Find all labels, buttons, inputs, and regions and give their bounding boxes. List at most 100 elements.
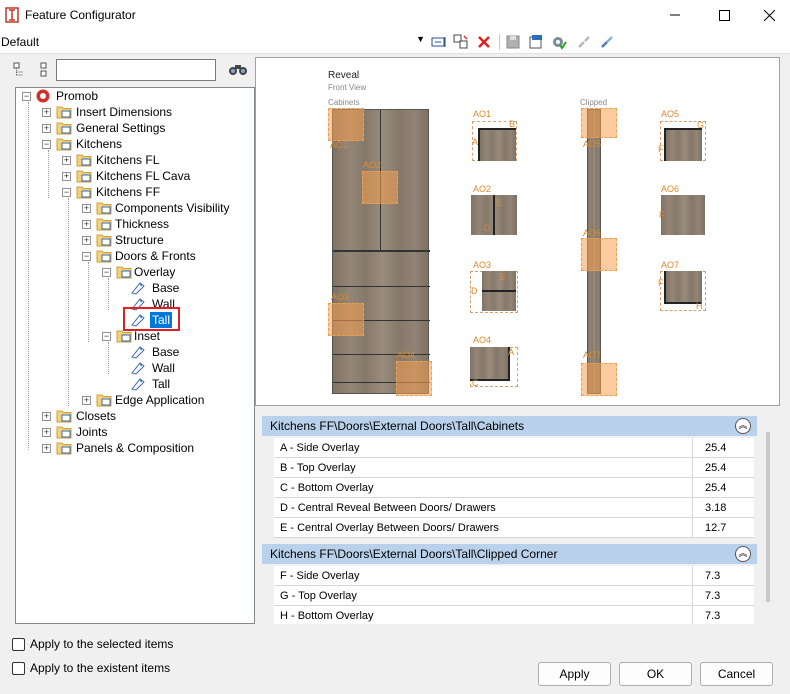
tree-node-general-settings[interactable]: General Settings xyxy=(74,120,167,136)
letter-c: C xyxy=(472,378,479,388)
tree-search-input[interactable] xyxy=(56,59,216,81)
property-row[interactable]: C - Bottom Overlay 25.4 xyxy=(274,477,754,498)
tree-node-panels-composition[interactable]: Panels & Composition xyxy=(74,440,196,456)
property-row[interactable]: D - Central Reveal Between Doors/ Drawer… xyxy=(274,497,754,518)
apply-button[interactable]: Apply xyxy=(538,662,611,686)
property-row[interactable]: F - Side Overlay 7.3 xyxy=(274,565,754,586)
tree-toggle[interactable]: − xyxy=(22,92,31,101)
label-ao5-detail: AO5 xyxy=(661,109,680,119)
disconnect-icon[interactable] xyxy=(576,34,592,50)
gear-check-icon[interactable] xyxy=(551,34,567,50)
tree-node-kitchens[interactable]: Kitchens xyxy=(74,136,124,152)
property-value[interactable]: 25.4 xyxy=(692,477,726,498)
label-ao3-detail: AO3 xyxy=(473,260,492,270)
collapse-all-icon[interactable] xyxy=(37,62,53,78)
tree-node-joints[interactable]: Joints xyxy=(74,424,109,440)
detail-ao3-drawing xyxy=(482,271,516,311)
letter-f-2: F xyxy=(659,210,665,220)
property-row[interactable]: B - Top Overlay 25.4 xyxy=(274,457,754,478)
tree-node-inset-wall[interactable]: Wall xyxy=(150,360,177,376)
expand-all-icon[interactable] xyxy=(13,62,29,78)
cancel-button[interactable]: Cancel xyxy=(700,662,773,686)
property-value[interactable]: 25.4 xyxy=(692,457,726,478)
letter-a: A xyxy=(472,137,479,147)
collapse-icon[interactable]: ︽ xyxy=(735,546,751,562)
property-value[interactable]: 7.3 xyxy=(692,565,720,586)
tree-node-inset[interactable]: Inset xyxy=(132,328,162,344)
label-ao7: AO7 xyxy=(583,350,602,360)
tree-node-structure[interactable]: Structure xyxy=(113,232,166,248)
tree-toggle[interactable]: + xyxy=(42,108,51,117)
letter-e-2: E xyxy=(500,272,507,282)
property-value[interactable]: 7.3 xyxy=(692,585,720,606)
tree-node-inset-tall[interactable]: Tall xyxy=(150,376,172,392)
tree-toggle[interactable]: − xyxy=(62,188,71,197)
label-ao1: AO1 xyxy=(330,140,349,150)
tree-toggle[interactable]: + xyxy=(42,428,51,437)
toolbar: Default ▼ xyxy=(0,30,790,54)
property-scrollbar[interactable] xyxy=(766,432,770,602)
tree-node-thickness[interactable]: Thickness xyxy=(113,216,171,232)
tree-toggle[interactable]: − xyxy=(82,252,91,261)
property-row[interactable]: G - Top Overlay 7.3 xyxy=(274,585,754,606)
tree-node-components-visibility[interactable]: Components Visibility xyxy=(113,200,232,216)
tree-toggle[interactable]: + xyxy=(42,444,51,453)
tree-toggle[interactable]: + xyxy=(42,124,51,133)
property-value[interactable]: 7.3 xyxy=(692,605,720,624)
property-label: F - Side Overlay xyxy=(280,569,360,582)
apply-selected-checkbox[interactable] xyxy=(12,638,25,651)
close-button[interactable] xyxy=(746,0,790,30)
tree-toggle[interactable]: − xyxy=(102,268,111,277)
property-row[interactable]: H - Bottom Overlay 7.3 xyxy=(274,605,754,624)
save-icon[interactable] xyxy=(505,34,521,50)
label-ao1-detail: AO1 xyxy=(473,109,492,119)
maximize-button[interactable] xyxy=(701,0,747,30)
delete-icon[interactable] xyxy=(476,34,492,50)
ok-button[interactable]: OK xyxy=(619,662,692,686)
tree-toggle[interactable]: − xyxy=(42,140,51,149)
label-ao6: AO6 xyxy=(583,228,602,238)
profile-select[interactable]: Default ▼ xyxy=(1,33,427,51)
label-ao3: AO3 xyxy=(331,292,350,302)
tree-toggle[interactable]: + xyxy=(82,204,91,213)
tree-toggle[interactable]: + xyxy=(82,396,91,405)
property-row[interactable]: A - Side Overlay 25.4 xyxy=(274,437,754,458)
connect-icon[interactable] xyxy=(599,34,615,50)
property-value[interactable]: 25.4 xyxy=(692,437,726,458)
tree-node-overlay[interactable]: Overlay xyxy=(132,264,177,280)
property-row[interactable]: E - Central Overlay Between Doors/ Drawe… xyxy=(274,517,754,538)
tree-toggle[interactable]: − xyxy=(102,332,111,341)
tree-node-inset-base[interactable]: Base xyxy=(150,344,181,360)
tree-toggle[interactable]: + xyxy=(42,412,51,421)
section-header-clipped-corner[interactable]: Kitchens FF\Doors\External Doors\Tall\Cl… xyxy=(262,544,757,564)
tree-toggle[interactable]: + xyxy=(62,156,71,165)
label-ao5: AO5 xyxy=(583,139,602,149)
tree-node-edge-application[interactable]: Edge Application xyxy=(113,392,206,408)
property-value[interactable]: 12.7 xyxy=(692,517,726,538)
property-label: A - Side Overlay xyxy=(280,441,360,454)
tree-node-promob[interactable]: Promob xyxy=(54,88,100,104)
tree-toggle[interactable]: + xyxy=(82,236,91,245)
copy-profile-icon[interactable] xyxy=(453,34,469,50)
apply-existent-checkbox[interactable] xyxy=(12,662,25,675)
tree-toggle[interactable]: + xyxy=(62,172,71,181)
tree-toggle[interactable]: + xyxy=(82,220,91,229)
tree-node-kitchens-ff[interactable]: Kitchens FF xyxy=(94,184,162,200)
export-icon[interactable] xyxy=(528,34,544,50)
folder-open-icon xyxy=(116,330,132,343)
collapse-icon[interactable]: ︽ xyxy=(735,418,751,434)
highlight-ao7 xyxy=(581,363,617,396)
binoculars-icon[interactable] xyxy=(229,62,247,76)
tree-node-overlay-base[interactable]: Base xyxy=(150,280,181,296)
tree-node-insert-dimensions[interactable]: Insert Dimensions xyxy=(74,104,174,120)
tree-node-kitchens-fl-cava[interactable]: Kitchens FL Cava xyxy=(94,168,192,184)
title-bar: Feature Configurator xyxy=(0,0,790,30)
tree-node-closets[interactable]: Closets xyxy=(74,408,118,424)
tree-node-kitchens-fl[interactable]: Kitchens FL xyxy=(94,152,161,168)
rename-icon[interactable] xyxy=(431,34,447,50)
tree-node-doors-fronts[interactable]: Doors & Fronts xyxy=(113,248,198,264)
property-value[interactable]: 3.18 xyxy=(692,497,726,518)
folder-settings-icon xyxy=(96,394,112,407)
section-header-cabinets[interactable]: Kitchens FF\Doors\External Doors\Tall\Ca… xyxy=(262,416,757,436)
minimize-button[interactable] xyxy=(652,0,698,30)
